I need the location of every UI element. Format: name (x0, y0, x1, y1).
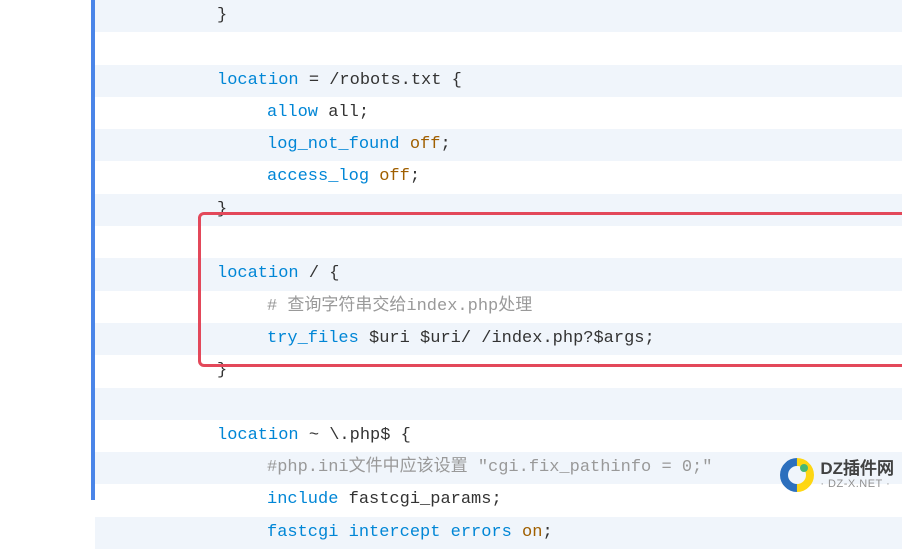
code-line: try_files $uri $uri/ /index.php?$args; (95, 323, 902, 355)
keyword-location: location (217, 426, 299, 445)
directive-fastcgi-intercept-errors: fastcgi intercept errors (267, 523, 512, 542)
watermark-brand: DZ插件网 (820, 460, 894, 479)
code-line: } (95, 0, 902, 32)
directive-access-log: access_log (267, 167, 369, 186)
code-line-blank (95, 388, 902, 420)
operator-eq: = (299, 71, 330, 90)
directive-log-not-found: log_not_found (267, 135, 400, 154)
keyword-location: location (217, 264, 299, 283)
comment-text: # 查询字符串交给index.php处理 (267, 297, 532, 316)
operator-tilde: ~ (299, 426, 330, 445)
code-line-blank (95, 226, 902, 258)
code-viewer: } location = /robots.txt { allow all; lo… (0, 0, 902, 500)
line-gutter (0, 0, 95, 500)
watermark-text: DZ插件网 · DZ-X.NET · (820, 460, 894, 491)
code-line: allow all; (95, 97, 902, 129)
value-off: off (400, 135, 441, 154)
semicolon: ; (410, 167, 420, 186)
value-off: off (369, 167, 410, 186)
brace-open: { (329, 264, 339, 283)
code-line: location ~ \.php$ { (95, 420, 902, 452)
code-line: } (95, 194, 902, 226)
watermark-logo-icon (780, 458, 814, 492)
keyword-location: location (217, 71, 299, 90)
code-line: } (95, 355, 902, 387)
semicolon: ; (440, 135, 450, 154)
path-literal: /robots.txt (329, 71, 441, 90)
comment-text: #php.ini文件中应该设置 "cgi.fix_pathinfo = 0;" (267, 458, 712, 477)
try-files-args: $uri $uri/ /index.php?$args (359, 329, 645, 348)
code-line: location / { (95, 258, 902, 290)
semicolon: ; (644, 329, 654, 348)
value-on: on (512, 523, 543, 542)
directive-allow: allow (267, 103, 318, 122)
path-literal: / (299, 264, 330, 283)
code-line: access_log off; (95, 161, 902, 193)
brace-close: } (217, 361, 227, 380)
brace-open: { (441, 71, 461, 90)
brace-open: { (390, 426, 410, 445)
code-line: location = /robots.txt { (95, 65, 902, 97)
watermark: DZ插件网 · DZ-X.NET · (780, 458, 894, 492)
watermark-url: · DZ-X.NET · (820, 478, 894, 490)
brace-close: } (217, 6, 227, 25)
brace-close: } (217, 200, 227, 219)
code-area: } location = /robots.txt { allow all; lo… (95, 0, 902, 500)
directive-try-files: try_files (267, 329, 359, 348)
code-line: # 查询字符串交给index.php处理 (95, 291, 902, 323)
semicolon: ; (542, 523, 552, 542)
code-line-blank (95, 32, 902, 64)
code-line: log_not_found off; (95, 129, 902, 161)
value-all: all (318, 103, 359, 122)
code-line: fastcgi intercept errors on; (95, 517, 902, 549)
semicolon: ; (359, 103, 369, 122)
regex-literal: \.php$ (329, 426, 390, 445)
